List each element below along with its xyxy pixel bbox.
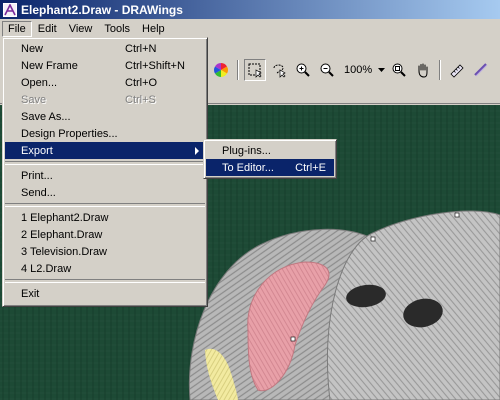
menu-separator [5,277,205,285]
menu-item-shortcut: Ctrl+O [125,76,158,89]
menu-item-label: Send... [21,186,56,199]
recent-file-item[interactable]: 4 L2.Draw [5,260,205,277]
submenu-arrow-icon [195,147,199,155]
zoom-dropdown-chevron-down-icon[interactable] [376,59,386,81]
zoom-out-icon[interactable] [316,59,338,81]
title-bar: Elephant2.Draw - DRAWings [0,0,500,19]
menu-item-plugins[interactable]: Plug-ins... [206,142,334,159]
zoom-in-icon[interactable] [292,59,314,81]
measure-ruler-icon[interactable] [446,59,468,81]
menu-item-design-properties[interactable]: Design Properties... [5,125,205,142]
view-toolbar: 100% [210,58,492,82]
menu-item-label: Save As... [21,110,71,123]
pan-hand-icon[interactable] [412,59,434,81]
zoom-to-fit-icon[interactable] [388,59,410,81]
menu-file[interactable]: File [2,20,32,37]
menu-item-new[interactable]: New Ctrl+N [5,40,205,57]
app-logo-icon[interactable] [3,2,17,17]
toolbar-separator [237,60,239,80]
menu-item-shortcut: Ctrl+S [125,93,156,106]
menu-item-label: Design Properties... [21,127,118,140]
menu-item-label: Plug-ins... [222,144,271,157]
menu-item-save[interactable]: Save Ctrl+S [5,91,205,108]
menu-item-label: To Editor... [222,161,274,174]
menu-item-label: Export [21,144,53,157]
color-wheel-icon[interactable] [210,59,232,81]
menu-item-label: Open... [21,76,58,89]
menu-item-save-as[interactable]: Save As... [5,108,205,125]
menu-item-print[interactable]: Print... [5,167,205,184]
menu-item-label: 1 Elephant2.Draw [21,211,109,224]
menu-item-label: Exit [21,287,40,300]
recent-file-item[interactable]: 2 Elephant.Draw [5,226,205,243]
menu-separator [5,201,205,209]
menu-item-label: 2 Elephant.Draw [21,228,103,241]
menu-view[interactable]: View [63,21,99,37]
file-menu-dropdown: New Ctrl+N New Frame Ctrl+Shift+N Open..… [2,37,208,307]
menu-tools[interactable]: Tools [98,21,136,37]
recent-file-item[interactable]: 1 Elephant2.Draw [5,209,205,226]
menu-item-new-frame[interactable]: New Frame Ctrl+Shift+N [5,57,205,74]
menu-item-open[interactable]: Open... Ctrl+O [5,74,205,91]
menu-item-label: 4 L2.Draw [21,262,72,275]
menu-item-exit[interactable]: Exit [5,285,205,302]
menu-item-send[interactable]: Send... [5,184,205,201]
menu-help[interactable]: Help [136,21,171,37]
zoom-level[interactable]: 100% [340,64,374,76]
menu-edit[interactable]: Edit [32,21,63,37]
menu-item-label: Print... [21,169,53,182]
export-submenu: Plug-ins... To Editor... Ctrl+E [203,139,337,179]
toolbar-separator [439,60,442,80]
window-title: Elephant2.Draw - DRAWings [21,2,183,17]
menu-item-export[interactable]: Export [5,142,205,159]
select-rectangle-icon[interactable] [244,59,266,81]
menu-item-shortcut: Ctrl+E [295,161,326,174]
menu-item-label: Save [21,93,47,106]
menu-item-label: 3 Television.Draw [21,245,108,258]
menu-item-shortcut: Ctrl+N [125,42,157,55]
lasso-select-icon[interactable] [268,59,290,81]
menu-separator [5,159,205,167]
menu-item-label: New Frame [21,59,78,72]
stitch-tool-icon[interactable] [470,59,492,81]
recent-file-item[interactable]: 3 Television.Draw [5,243,205,260]
menu-item-label: New [21,42,44,55]
menu-item-shortcut: Ctrl+Shift+N [125,59,185,72]
menu-bar: File Edit View Tools Help [0,19,500,38]
menu-item-to-editor[interactable]: To Editor... Ctrl+E [206,159,334,176]
